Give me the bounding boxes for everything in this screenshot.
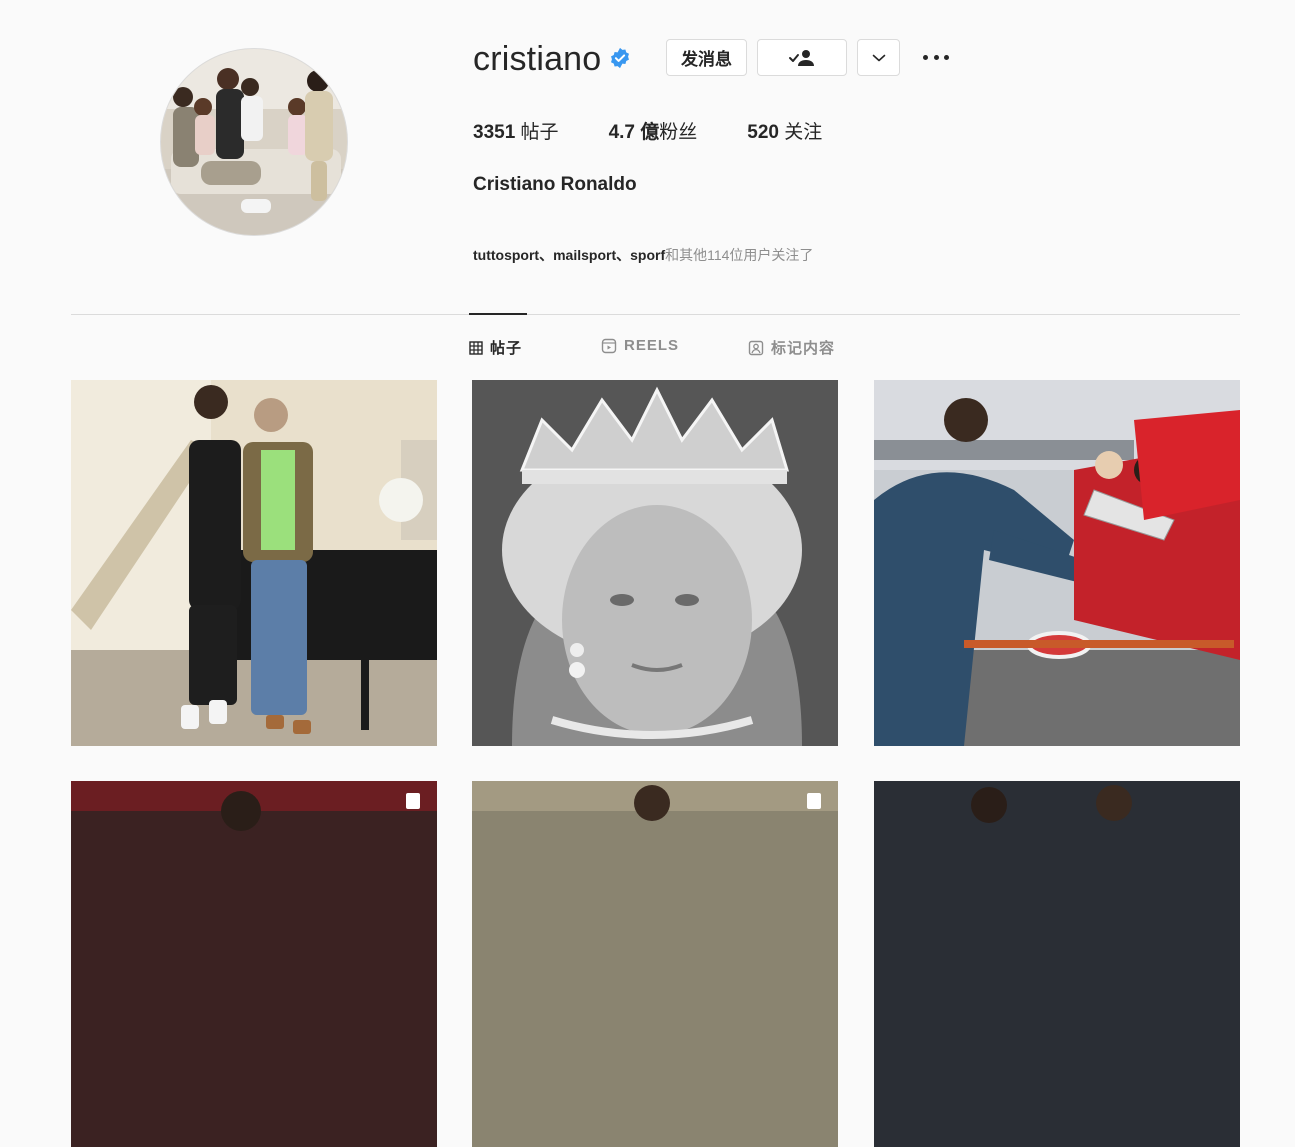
profile-header: cristiano 发消息 3351 帖子 4.7 億粉丝 520 关注 Cri…: [0, 0, 1295, 300]
person-check-icon: [789, 49, 814, 66]
post-image-partial: [874, 781, 1240, 1147]
post-thumbnail[interactable]: [472, 781, 838, 1147]
following-count[interactable]: 520 关注: [747, 117, 822, 144]
tagged-icon: [748, 340, 764, 355]
reels-icon: [601, 338, 617, 353]
post-image-queen-portrait: [472, 380, 838, 746]
post-image-partial: [472, 781, 838, 1147]
posts-count[interactable]: 3351 帖子: [473, 117, 559, 144]
profile-stats: 3351 帖子 4.7 億粉丝 520 关注: [473, 117, 872, 144]
tabs-divider: [71, 314, 1240, 315]
suggested-accounts-button[interactable]: [857, 39, 900, 76]
more-horizontal-icon[interactable]: [920, 47, 952, 67]
profile-full-name: Cristiano Ronaldo: [473, 174, 637, 195]
verified-badge-icon: [611, 47, 629, 69]
followed-by-text[interactable]: tuttosport、mailsport、sporf和其他114位用户关注了: [473, 245, 813, 265]
tab-tagged[interactable]: 标记内容: [748, 337, 835, 358]
post-image-partial: [71, 781, 437, 1147]
post-thumbnail[interactable]: [71, 380, 437, 746]
followed-by-names[interactable]: tuttosport、mailsport、sporf: [473, 247, 665, 263]
post-thumbnail[interactable]: [874, 380, 1240, 746]
followers-count[interactable]: 4.7 億粉丝: [609, 117, 698, 144]
message-button[interactable]: 发消息: [666, 39, 747, 76]
followed-by-suffix: 和其他114位用户关注了: [665, 247, 814, 263]
tab-posts[interactable]: 帖子: [469, 337, 522, 358]
post-thumbnail[interactable]: [874, 781, 1240, 1147]
post-image-signing-autographs: [874, 380, 1240, 746]
profile-tabs: 帖子 REELS 标记内容: [0, 337, 1295, 361]
chevron-down-icon: [872, 54, 885, 61]
profile-avatar[interactable]: [160, 48, 348, 236]
following-button[interactable]: [757, 39, 847, 76]
profile-username: cristiano: [473, 40, 602, 78]
post-thumbnail[interactable]: [71, 781, 437, 1147]
tab-reels[interactable]: REELS: [601, 337, 679, 354]
active-tab-indicator: [469, 313, 527, 315]
post-image-two-men-piano-room: [71, 380, 437, 746]
grid-icon: [469, 340, 483, 355]
avatar-photo: [161, 49, 347, 235]
post-thumbnail[interactable]: [472, 380, 838, 746]
